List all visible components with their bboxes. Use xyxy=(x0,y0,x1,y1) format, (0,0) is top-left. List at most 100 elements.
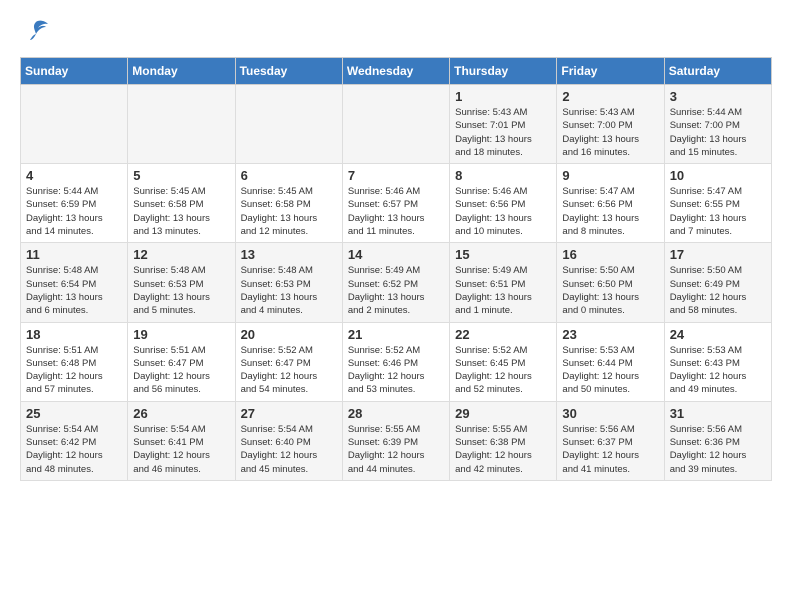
day-number: 22 xyxy=(455,327,551,342)
day-number: 2 xyxy=(562,89,658,104)
day-number: 12 xyxy=(133,247,229,262)
day-number: 3 xyxy=(670,89,766,104)
calendar-cell: 5 Sunrise: 5:45 AM Sunset: 6:58 PM Daylig… xyxy=(128,164,235,243)
page-header xyxy=(20,20,772,47)
day-info: Sunrise: 5:49 AM Sunset: 6:52 PM Dayligh… xyxy=(348,264,444,317)
calendar-cell: 24Sunrise: 5:53 AM Sunset: 6:43 PM Dayli… xyxy=(664,322,771,401)
calendar-week-row: 4Sunrise: 5:44 AM Sunset: 6:59 PM Daylig… xyxy=(21,164,772,243)
calendar-cell: 16 Sunrise: 5:50 AM Sunset: 6:50 PM Dayli… xyxy=(557,243,664,322)
calendar-cell: 27 Sunrise: 5:54 AM Sunset: 6:40 PM Dayli… xyxy=(235,401,342,480)
day-info: Sunrise: 5:44 AM Sunset: 6:59 PM Dayligh… xyxy=(26,185,122,238)
day-info: Sunrise: 5:55 AM Sunset: 6:39 PM Dayligh… xyxy=(348,423,444,476)
day-number: 17 xyxy=(670,247,766,262)
calendar-cell: 14 Sunrise: 5:49 AM Sunset: 6:52 PM Dayli… xyxy=(342,243,449,322)
day-info: Sunrise: 5:47 AM Sunset: 6:55 PM Dayligh… xyxy=(670,185,766,238)
logo xyxy=(20,20,50,47)
calendar-cell: 18 Sunrise: 5:51 AM Sunset: 6:48 PM Dayli… xyxy=(21,322,128,401)
logo-bird-icon xyxy=(22,20,50,47)
header-tuesday: Tuesday xyxy=(235,58,342,85)
day-info: Sunrise: 5:56 AM Sunset: 6:36 PM Dayligh… xyxy=(670,423,766,476)
day-info: Sunrise: 5:46 AM Sunset: 6:56 PM Dayligh… xyxy=(455,185,551,238)
day-info: Sunrise: 5:54 AM Sunset: 6:41 PM Dayligh… xyxy=(133,423,229,476)
day-info: Sunrise: 5:49 AM Sunset: 6:51 PM Dayligh… xyxy=(455,264,551,317)
calendar-cell: 8 Sunrise: 5:46 AM Sunset: 6:56 PM Daylig… xyxy=(450,164,557,243)
day-number: 15 xyxy=(455,247,551,262)
day-info: Sunrise: 5:50 AM Sunset: 6:50 PM Dayligh… xyxy=(562,264,658,317)
day-number: 16 xyxy=(562,247,658,262)
day-number: 27 xyxy=(241,406,337,421)
day-number: 31 xyxy=(670,406,766,421)
day-info: Sunrise: 5:46 AM Sunset: 6:57 PM Dayligh… xyxy=(348,185,444,238)
day-number: 1 xyxy=(455,89,551,104)
day-number: 5 xyxy=(133,168,229,183)
calendar-cell: 13Sunrise: 5:48 AM Sunset: 6:53 PM Dayli… xyxy=(235,243,342,322)
day-number: 29 xyxy=(455,406,551,421)
day-info: Sunrise: 5:55 AM Sunset: 6:38 PM Dayligh… xyxy=(455,423,551,476)
calendar-cell: 23Sunrise: 5:53 AM Sunset: 6:44 PM Dayli… xyxy=(557,322,664,401)
calendar-cell: 2 Sunrise: 5:43 AM Sunset: 7:00 PM Daylig… xyxy=(557,85,664,164)
day-info: Sunrise: 5:43 AM Sunset: 7:01 PM Dayligh… xyxy=(455,106,551,159)
calendar-cell xyxy=(235,85,342,164)
calendar-cell: 4Sunrise: 5:44 AM Sunset: 6:59 PM Daylig… xyxy=(21,164,128,243)
day-info: Sunrise: 5:52 AM Sunset: 6:46 PM Dayligh… xyxy=(348,344,444,397)
day-info: Sunrise: 5:51 AM Sunset: 6:47 PM Dayligh… xyxy=(133,344,229,397)
day-number: 8 xyxy=(455,168,551,183)
header-monday: Monday xyxy=(128,58,235,85)
calendar-week-row: 1 Sunrise: 5:43 AM Sunset: 7:01 PM Daylig… xyxy=(21,85,772,164)
day-number: 7 xyxy=(348,168,444,183)
day-info: Sunrise: 5:54 AM Sunset: 6:42 PM Dayligh… xyxy=(26,423,122,476)
calendar-table: SundayMondayTuesdayWednesdayThursdayFrid… xyxy=(20,57,772,481)
calendar-cell: 1 Sunrise: 5:43 AM Sunset: 7:01 PM Daylig… xyxy=(450,85,557,164)
day-number: 10 xyxy=(670,168,766,183)
day-info: Sunrise: 5:48 AM Sunset: 6:53 PM Dayligh… xyxy=(133,264,229,317)
day-info: Sunrise: 5:45 AM Sunset: 6:58 PM Dayligh… xyxy=(241,185,337,238)
day-info: Sunrise: 5:47 AM Sunset: 6:56 PM Dayligh… xyxy=(562,185,658,238)
calendar-cell xyxy=(128,85,235,164)
day-info: Sunrise: 5:54 AM Sunset: 6:40 PM Dayligh… xyxy=(241,423,337,476)
day-info: Sunrise: 5:50 AM Sunset: 6:49 PM Dayligh… xyxy=(670,264,766,317)
calendar-cell: 31 Sunrise: 5:56 AM Sunset: 6:36 PM Dayli… xyxy=(664,401,771,480)
header-thursday: Thursday xyxy=(450,58,557,85)
day-info: Sunrise: 5:45 AM Sunset: 6:58 PM Dayligh… xyxy=(133,185,229,238)
calendar-cell: 22 Sunrise: 5:52 AM Sunset: 6:45 PM Dayli… xyxy=(450,322,557,401)
day-info: Sunrise: 5:44 AM Sunset: 7:00 PM Dayligh… xyxy=(670,106,766,159)
calendar-cell: 29 Sunrise: 5:55 AM Sunset: 6:38 PM Dayli… xyxy=(450,401,557,480)
calendar-cell: 9 Sunrise: 5:47 AM Sunset: 6:56 PM Daylig… xyxy=(557,164,664,243)
day-info: Sunrise: 5:52 AM Sunset: 6:47 PM Dayligh… xyxy=(241,344,337,397)
header-saturday: Saturday xyxy=(664,58,771,85)
day-number: 9 xyxy=(562,168,658,183)
calendar-cell: 19 Sunrise: 5:51 AM Sunset: 6:47 PM Dayli… xyxy=(128,322,235,401)
calendar-cell: 10 Sunrise: 5:47 AM Sunset: 6:55 PM Dayli… xyxy=(664,164,771,243)
day-number: 14 xyxy=(348,247,444,262)
calendar-cell: 25 Sunrise: 5:54 AM Sunset: 6:42 PM Dayli… xyxy=(21,401,128,480)
day-number: 19 xyxy=(133,327,229,342)
calendar-week-row: 25 Sunrise: 5:54 AM Sunset: 6:42 PM Dayli… xyxy=(21,401,772,480)
day-number: 25 xyxy=(26,406,122,421)
day-number: 23 xyxy=(562,327,658,342)
calendar-cell: 17 Sunrise: 5:50 AM Sunset: 6:49 PM Dayli… xyxy=(664,243,771,322)
header-friday: Friday xyxy=(557,58,664,85)
day-info: Sunrise: 5:43 AM Sunset: 7:00 PM Dayligh… xyxy=(562,106,658,159)
calendar-cell: 7 Sunrise: 5:46 AM Sunset: 6:57 PM Daylig… xyxy=(342,164,449,243)
day-number: 6 xyxy=(241,168,337,183)
header-wednesday: Wednesday xyxy=(342,58,449,85)
day-info: Sunrise: 5:48 AM Sunset: 6:54 PM Dayligh… xyxy=(26,264,122,317)
day-info: Sunrise: 5:52 AM Sunset: 6:45 PM Dayligh… xyxy=(455,344,551,397)
day-info: Sunrise: 5:53 AM Sunset: 6:43 PM Dayligh… xyxy=(670,344,766,397)
calendar-cell: 28 Sunrise: 5:55 AM Sunset: 6:39 PM Dayli… xyxy=(342,401,449,480)
header-sunday: Sunday xyxy=(21,58,128,85)
day-info: Sunrise: 5:51 AM Sunset: 6:48 PM Dayligh… xyxy=(26,344,122,397)
day-number: 18 xyxy=(26,327,122,342)
day-info: Sunrise: 5:56 AM Sunset: 6:37 PM Dayligh… xyxy=(562,423,658,476)
day-number: 21 xyxy=(348,327,444,342)
calendar-cell: 12 Sunrise: 5:48 AM Sunset: 6:53 PM Dayli… xyxy=(128,243,235,322)
calendar-cell xyxy=(342,85,449,164)
calendar-cell: 6 Sunrise: 5:45 AM Sunset: 6:58 PM Daylig… xyxy=(235,164,342,243)
day-number: 28 xyxy=(348,406,444,421)
calendar-week-row: 18 Sunrise: 5:51 AM Sunset: 6:48 PM Dayli… xyxy=(21,322,772,401)
day-number: 13 xyxy=(241,247,337,262)
calendar-header-row: SundayMondayTuesdayWednesdayThursdayFrid… xyxy=(21,58,772,85)
day-number: 30 xyxy=(562,406,658,421)
calendar-cell: 15 Sunrise: 5:49 AM Sunset: 6:51 PM Dayli… xyxy=(450,243,557,322)
day-number: 26 xyxy=(133,406,229,421)
